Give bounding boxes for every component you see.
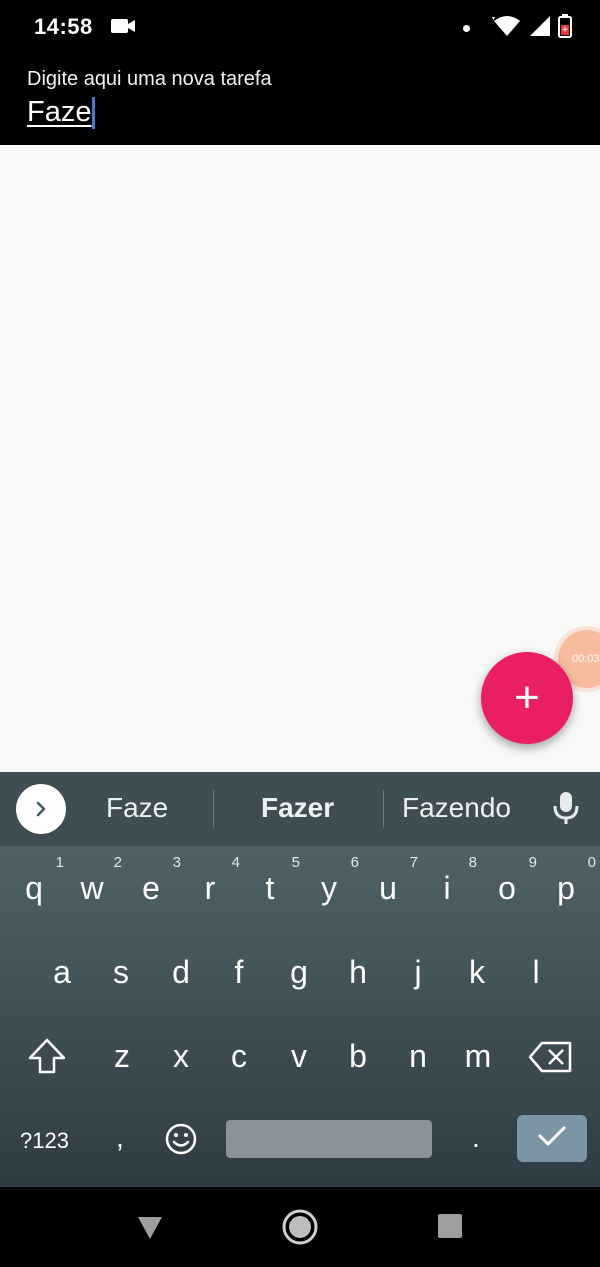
shift-icon[interactable] — [26, 1036, 68, 1081]
symbols-key[interactable]: ?123 — [20, 1128, 69, 1154]
key-n[interactable]: n — [394, 1038, 442, 1075]
status-bar: 14:58 + — [0, 0, 600, 52]
key-j[interactable]: j — [394, 954, 442, 991]
wifi-icon — [492, 15, 522, 42]
key-u[interactable]: u7 — [364, 854, 418, 907]
key-y[interactable]: y6 — [305, 854, 359, 907]
emoji-icon[interactable] — [164, 1122, 198, 1161]
notification-dot-icon — [463, 25, 470, 32]
svg-text:+: + — [561, 25, 569, 35]
key-period[interactable]: . — [472, 1122, 480, 1154]
status-time: 14:58 — [34, 14, 93, 39]
key-v[interactable]: v — [275, 1038, 323, 1075]
key-b[interactable]: b — [334, 1038, 382, 1075]
backspace-icon[interactable] — [528, 1040, 574, 1079]
task-input[interactable]: Faze — [27, 96, 96, 129]
chevron-right-icon[interactable] — [16, 784, 66, 834]
key-h[interactable]: h — [334, 954, 382, 991]
video-camera-icon — [110, 16, 136, 41]
back-triangle-icon[interactable] — [136, 1213, 164, 1246]
microphone-icon[interactable] — [552, 790, 580, 831]
app-bar: Digite aqui uma nova tarefa Faze — [0, 52, 600, 145]
checkmark-icon — [537, 1124, 567, 1153]
key-o[interactable]: o9 — [483, 854, 537, 907]
key-m[interactable]: m — [454, 1038, 502, 1075]
suggestion-1[interactable]: Faze — [106, 792, 168, 824]
recents-square-icon[interactable] — [437, 1213, 463, 1244]
key-g[interactable]: g — [275, 954, 323, 991]
soft-keyboard: Faze Fazer Fazendo q1 w2 e3 r4 t5 y6 u7 … — [0, 772, 600, 1187]
suggestion-2[interactable]: Fazer — [261, 792, 334, 824]
key-w[interactable]: w2 — [68, 854, 122, 907]
key-comma[interactable]: , — [116, 1122, 124, 1154]
task-input-label: Digite aqui uma nova tarefa — [27, 68, 272, 90]
key-a[interactable]: a — [38, 954, 86, 991]
key-t[interactable]: t5 — [246, 854, 300, 907]
key-f[interactable]: f — [215, 954, 263, 991]
task-input-value: Faze — [27, 96, 92, 128]
key-d[interactable]: d — [157, 954, 205, 991]
enter-key[interactable] — [517, 1115, 587, 1162]
suggestion-divider — [213, 790, 214, 828]
key-z[interactable]: z — [98, 1038, 146, 1075]
plus-icon: + — [514, 673, 540, 722]
key-q[interactable]: q1 — [10, 854, 64, 907]
navigation-bar — [0, 1187, 600, 1267]
key-e[interactable]: e3 — [127, 854, 181, 907]
cell-signal-icon — [530, 16, 550, 41]
add-task-button[interactable]: + — [481, 652, 573, 744]
recording-timer-text: 00:03 — [572, 653, 600, 665]
home-circle-icon[interactable] — [282, 1209, 318, 1250]
space-bar[interactable] — [226, 1120, 432, 1158]
suggestion-3[interactable]: Fazendo — [402, 792, 511, 824]
key-c[interactable]: c — [215, 1038, 263, 1075]
battery-icon: + — [558, 14, 572, 43]
key-i[interactable]: i8 — [423, 854, 477, 907]
text-caret — [92, 96, 96, 129]
suggestion-strip: Faze Fazer Fazendo — [0, 772, 600, 846]
key-x[interactable]: x — [157, 1038, 205, 1075]
key-k[interactable]: k — [453, 954, 501, 991]
key-s[interactable]: s — [97, 954, 145, 991]
key-l[interactable]: l — [512, 954, 560, 991]
suggestion-divider — [383, 790, 384, 828]
key-p[interactable]: p0 — [542, 854, 596, 907]
key-r[interactable]: r4 — [186, 854, 240, 907]
